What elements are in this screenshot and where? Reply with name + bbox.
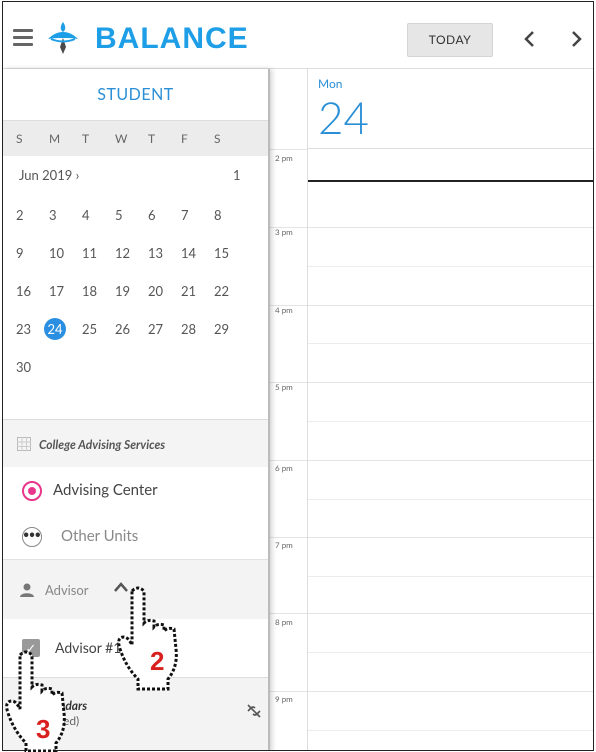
chevron-right-icon[interactable] — [565, 26, 587, 52]
calendar-week: 16 17 18 19 20 21 22 — [3, 272, 268, 310]
unit-option-advising-center[interactable]: Advising Center — [3, 467, 268, 513]
calendar-day[interactable]: 30 — [16, 359, 49, 375]
calendar-day[interactable]: 1 — [233, 167, 266, 183]
time-label: 3 pm — [275, 227, 293, 237]
services-label: College Advising Services — [39, 437, 166, 452]
calendar-day[interactable]: 6 — [148, 207, 181, 223]
hamburger-menu-icon[interactable] — [13, 29, 33, 46]
more-options-icon[interactable]: ••• — [22, 527, 42, 547]
time-label: 5 pm — [275, 382, 293, 392]
weekday-label: T — [148, 131, 156, 146]
calendar-day[interactable]: 20 — [148, 283, 181, 299]
weekday-label: F — [181, 131, 188, 146]
calendar-day[interactable]: 11 — [82, 245, 115, 261]
calendar-day[interactable]: 25 — [82, 321, 115, 337]
time-label: 2 pm — [275, 153, 293, 163]
calendar-day[interactable]: 28 — [181, 321, 214, 337]
calendar-day[interactable]: 18 — [82, 283, 115, 299]
calendar-week: 30 — [3, 348, 268, 386]
calendar-week: 9 10 11 12 13 14 15 — [3, 234, 268, 272]
top-bar: BALANCE TODAY — [3, 2, 593, 69]
calendar-week: 2 3 4 5 6 7 8 — [3, 196, 268, 234]
calendar-day[interactable]: 22 — [214, 283, 247, 299]
day-of-week: Mon — [318, 76, 343, 91]
person-icon — [20, 583, 34, 597]
calendar-day[interactable]: 5 — [115, 207, 148, 223]
day-column[interactable]: Mon 24 — [308, 69, 593, 750]
student-header: STUDENT — [3, 69, 268, 121]
calendar-day[interactable]: 29 — [214, 321, 247, 337]
weekday-label: S — [214, 131, 221, 146]
calendar-day[interactable]: 17 — [49, 283, 82, 299]
calendar-day[interactable]: 9 — [16, 245, 49, 261]
time-label: 7 pm — [275, 540, 293, 550]
selected-day-label: 24 — [44, 318, 66, 340]
advisor-label: Advisor — [45, 582, 89, 598]
calendar-day[interactable]: 4 — [82, 207, 115, 223]
day-of-month: 24 — [318, 92, 370, 144]
month-selector[interactable]: Jun 2019 › — [19, 167, 79, 183]
calendar-grid-icon — [17, 437, 31, 451]
calendar-day[interactable]: 7 — [181, 207, 214, 223]
calendar-day[interactable]: 16 — [16, 283, 49, 299]
calendar-day[interactable]: 19 — [115, 283, 148, 299]
calendar-day[interactable]: 26 — [115, 321, 148, 337]
calendar-day[interactable]: 2 — [16, 207, 49, 223]
time-label: 8 pm — [275, 617, 293, 627]
radio-selected-icon[interactable] — [22, 481, 42, 501]
day-header[interactable]: Mon 24 — [308, 69, 593, 149]
unit-option-other-units[interactable]: ••• Other Units — [3, 513, 268, 559]
unit-label: Advising Center — [53, 481, 158, 499]
services-header: College Advising Services — [3, 419, 268, 467]
calendar-day[interactable]: 12 — [115, 245, 148, 261]
calendar-day[interactable]: 3 — [49, 207, 82, 223]
time-gutter: 2 pm 3 pm 4 pm 5 pm 6 pm 7 pm 8 pm 9 pm — [270, 69, 308, 750]
weekday-label: S — [16, 131, 23, 146]
step-3-marker: 3 — [36, 714, 51, 744]
balance-logo-icon — [48, 22, 78, 54]
weekday-header-row: S M T W T F S — [3, 121, 268, 156]
time-label: 4 pm — [275, 305, 293, 315]
month-row: Jun 2019 › 1 — [3, 156, 268, 196]
calendar-day[interactable]: 8 — [214, 207, 247, 223]
unlink-icon[interactable] — [245, 702, 263, 720]
calendar-day[interactable]: 15 — [214, 245, 247, 261]
time-label: 6 pm — [275, 463, 293, 473]
weekday-label: M — [49, 131, 61, 146]
weekday-label: W — [115, 131, 128, 146]
weekday-label: T — [82, 131, 90, 146]
app-window: BALANCE TODAY STUDENT S M T W T F S Jun … — [2, 1, 594, 751]
unit-label: Other Units — [61, 527, 139, 545]
today-button[interactable]: TODAY — [407, 23, 493, 57]
calendar-day[interactable]: 14 — [181, 245, 214, 261]
time-label: 9 pm — [275, 694, 293, 704]
calendar-week: 23 24 25 26 27 28 29 — [3, 310, 268, 348]
brand-name: BALANCE — [95, 22, 249, 55]
calendar-day[interactable]: 21 — [181, 283, 214, 299]
step-2-marker: 2 — [150, 646, 165, 676]
calendar-day[interactable]: 13 — [148, 245, 181, 261]
current-time-line — [308, 180, 593, 182]
calendar-day[interactable]: 27 — [148, 321, 181, 337]
chevron-left-icon[interactable] — [519, 26, 541, 52]
calendar-day[interactable]: 10 — [49, 245, 82, 261]
calendar-day-selected[interactable]: 24 — [44, 318, 82, 340]
